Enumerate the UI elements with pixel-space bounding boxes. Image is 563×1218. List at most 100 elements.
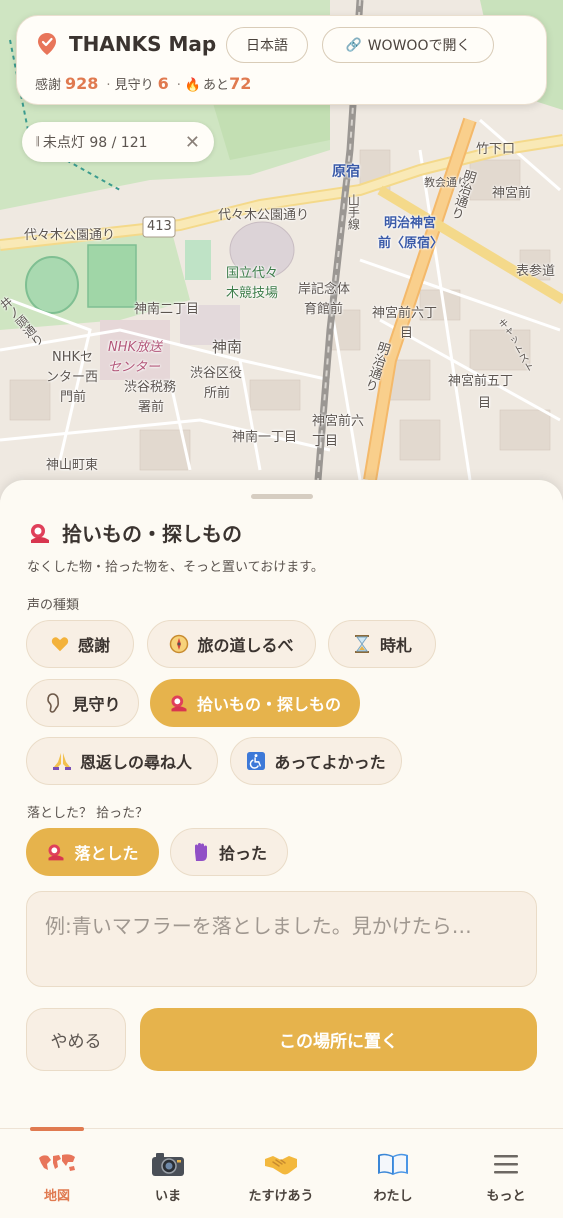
thanks-count: 928 [65,74,99,93]
type-chip-repay-seeker[interactable]: 恩返しの尋ね人 [26,737,218,785]
map-label-jingumae-6: 神宮前六丁 [372,306,438,321]
option-chip-lost[interactable]: 落とした [26,828,159,876]
nav-tab-label: 地図 [43,1189,70,1204]
bottom-nav: 地図 いま たすけあう わたし もっと [0,1127,563,1218]
type-chip-time-tag[interactable]: 時札 [328,620,436,668]
map-label-stadium: 木競技場 [226,286,279,301]
map-label-kishi: 育館前 [304,302,344,317]
map-label-jingumae-5: 神宮前五丁 [448,374,514,389]
unlit-filter-label: 未点灯 98 / 121 [42,135,148,151]
map-label-kishi: 岸記念体 [298,282,351,297]
separator: · [176,78,181,93]
place-here-button[interactable]: この場所に置く [140,1008,537,1071]
watch-label: 見守り [114,78,154,93]
sheet-title: 拾いもの・探しもの [62,522,242,546]
stats-row: 感謝 928 · 見守り 6 · 🔥 あと 72 [35,74,255,93]
map-label-jingumae: 神宮前 [492,186,532,201]
nav-tab-now[interactable]: いま [118,1149,218,1204]
menu-icon [493,1149,519,1179]
type-chip-label: 時札 [379,636,412,655]
map-label-jingumae-6: 丁目 [312,434,339,449]
hourglass-icon [352,634,372,654]
map-label-nhk-center: センター [108,360,161,375]
type-chip-travel-guide[interactable]: 旅の道しるべ [147,620,316,668]
type-chip-thanks[interactable]: 感謝 [26,620,134,668]
message-textarea[interactable]: 例:青いマフラーを落としました。見かけたら… [26,891,537,987]
lost-found-icon [169,693,189,713]
drag-handle[interactable] [251,494,313,499]
handshake-icon [264,1149,298,1179]
map-label-kamiyamacho-higashi: 神山町東 [46,458,99,473]
location-pin-icon [38,33,56,55]
world-map-icon [35,1149,79,1179]
type-chip-watch[interactable]: 見守り [26,679,139,727]
map-label-shibuya-tax: 渋谷税務 [124,380,177,395]
place-here-button-label: この場所に置く [279,1032,398,1052]
lost-found-icon [46,842,66,862]
map-label-yoyogi-park-road: 代々木公園通り [218,208,310,223]
nav-tab-me[interactable]: わたし [343,1149,443,1204]
message-placeholder: 例:青いマフラーを落としました。見かけたら… [45,914,472,938]
nav-tab-more[interactable]: もっと [456,1149,556,1204]
unlit-filter-chip[interactable]: 𝄂 未点灯 98 / 121 ✕ [22,122,214,162]
sheet-subtitle: なくした物・拾った物を、そっと置いておけます。 [27,560,324,575]
yellow-heart-icon [50,634,70,654]
cancel-button[interactable]: やめる [26,1008,126,1071]
map-label-jingumae-5: 目 [478,396,492,411]
open-in-wowoo-label: WOWOOで開く [367,38,471,54]
nav-tab-label: わたし [373,1189,413,1204]
map-label-jinnan-1: 神南一丁目 [232,430,298,445]
app-title: THANKS Map [69,32,217,56]
option-chip-label: 落とした [74,844,139,863]
post-sheet: 拾いもの・探しもの なくした物・拾った物を、そっと置いておけます。 声の種類 感… [0,480,563,1128]
cancel-button-label: やめる [50,1032,102,1052]
type-chip-label: 拾いもの・探しもの [196,695,341,714]
close-icon[interactable]: ✕ [185,132,200,153]
type-chip-label: 旅の道しるべ [197,636,294,655]
map-label-takeshita: 竹下口 [476,142,516,157]
map-label-nhk-center: NHK放送 [108,340,163,355]
map-label-omotesando: 表参道 [516,264,556,279]
map-label-stadium: 国立代々 [226,266,279,281]
header-card: THANKS Map 日本語 🔗 WOWOOで開く 感謝 928 · 見守り 6… [16,15,547,105]
option-chip-found[interactable]: 拾った [170,828,288,876]
separator: · [106,78,111,93]
sheet-title-row: 拾いもの・探しもの [28,518,242,547]
raised-hand-icon [191,842,211,862]
map-label-yoyogi-park-road: 代々木公園通り [24,228,116,243]
nav-tab-label: たすけあう [248,1189,314,1204]
map-label-meiji-jingu-mae: 明治神宮 [384,216,437,231]
map-label-meiji-jingu-mae: 前〈原宿〉 [378,236,444,251]
option-chip-label: 拾った [218,844,267,863]
language-button[interactable]: 日本語 [226,27,308,63]
active-tab-indicator [30,1127,84,1131]
type-chip-label: 恩返しの尋ね人 [79,753,192,772]
watch-count: 6 [157,74,169,93]
app-title-row: THANKS Map [37,32,216,56]
type-chip-label: 感謝 [77,636,110,655]
map-label-jingumae-6: 目 [400,326,414,341]
wheelchair-icon [246,751,266,771]
map-label-jinnan: 神南 [212,338,243,356]
lost-or-found-label: 落とした？ 拾った？ [27,806,149,821]
voice-type-label: 声の種類 [27,598,80,613]
thanks-label: 感謝 [35,78,62,93]
open-book-icon [376,1149,410,1179]
street-lamp-icon: 𝄂 [36,134,39,150]
open-in-wowoo-button[interactable]: 🔗 WOWOOで開く [322,27,494,63]
map-label-jingumae-6: 神宮前六 [312,414,365,429]
type-chip-lost-found[interactable]: 拾いもの・探しもの [150,679,360,727]
nav-tab-help-each-other[interactable]: たすけあう [231,1149,331,1204]
nav-tab-map[interactable]: 地図 [7,1149,107,1204]
nav-tab-label: いま [154,1189,181,1204]
link-icon: 🔗 [345,37,362,53]
remaining-count: 72 [229,74,252,93]
type-chip-glad-it-existed[interactable]: あってよかった [230,737,402,785]
map-label-yamanote: 山手線 [346,194,361,230]
remaining-label: あと [203,78,230,93]
map-label-harajuku: 原宿 [332,164,360,180]
map-label-nhk-west: ンター西 [46,370,99,385]
type-chip-label: 見守り [72,695,121,714]
camera-icon [151,1149,185,1179]
map-label-jinnan-2: 神南二丁目 [134,302,200,317]
